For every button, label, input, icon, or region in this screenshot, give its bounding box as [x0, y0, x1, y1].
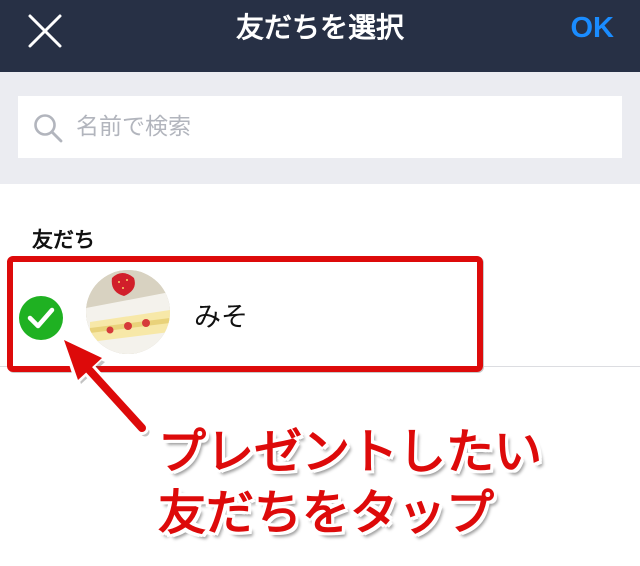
annotation-text-line-1: プレゼントしたい	[158, 424, 543, 480]
cake-photo-icon	[86, 270, 170, 354]
header-bar: 友だちを選択 OK	[0, 0, 640, 72]
search-input[interactable]	[76, 96, 596, 158]
ok-button[interactable]: OK	[571, 0, 615, 56]
page-title: 友だちを選択	[235, 11, 404, 44]
row-divider	[0, 366, 640, 367]
search-area	[0, 72, 640, 184]
close-icon	[28, 14, 62, 48]
avatar	[86, 270, 170, 354]
check-icon[interactable]	[18, 295, 64, 341]
close-button[interactable]	[26, 12, 66, 52]
search-icon	[34, 114, 63, 143]
friends-section-label: 友だち	[32, 228, 95, 252]
search-box[interactable]	[18, 96, 622, 158]
annotation-text-line-2: 友だちをタップ	[158, 485, 495, 541]
friend-name: みそ	[194, 302, 248, 333]
